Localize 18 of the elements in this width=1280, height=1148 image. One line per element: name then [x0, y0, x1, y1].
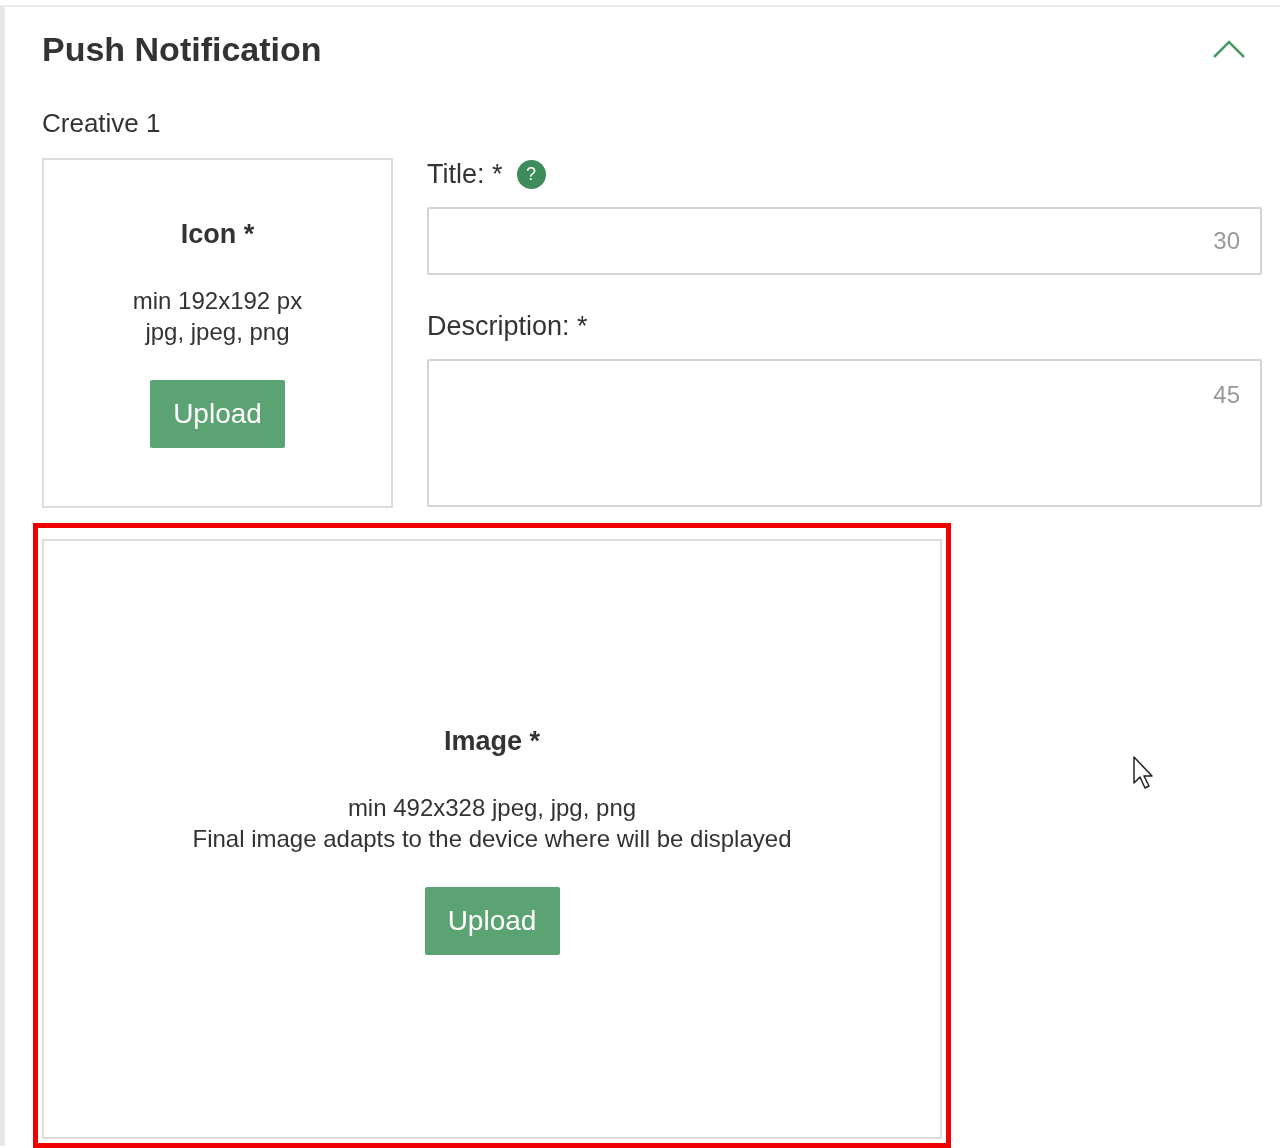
field-label: Description: * — [427, 310, 588, 342]
character-counter: 45 — [1213, 381, 1240, 409]
chevron-up-icon[interactable] — [1212, 39, 1246, 59]
character-counter: 30 — [1213, 227, 1240, 255]
upload-title: Image * — [443, 724, 540, 758]
section-title: Push Notification — [42, 29, 322, 69]
upload-title: Icon * — [180, 218, 255, 251]
help-icon[interactable]: ? — [516, 159, 546, 189]
upload-button[interactable]: Upload — [424, 886, 560, 955]
creative-label: Creative 1 — [42, 108, 162, 138]
field-label: Title: * — [427, 158, 503, 190]
textarea-field[interactable]: 45 — [427, 359, 1262, 507]
upload-hint: jpg, jpeg, png — [145, 317, 290, 347]
input-field[interactable]: 30 — [427, 207, 1262, 275]
upload-hint: min 492x328 jpeg, jpg, png — [347, 792, 637, 823]
upload-hint: min 192x192 px — [132, 286, 303, 316]
upload-hint: Final image adapts to the device where will be displayed — [192, 823, 792, 854]
upload-button[interactable]: Upload — [150, 380, 285, 448]
